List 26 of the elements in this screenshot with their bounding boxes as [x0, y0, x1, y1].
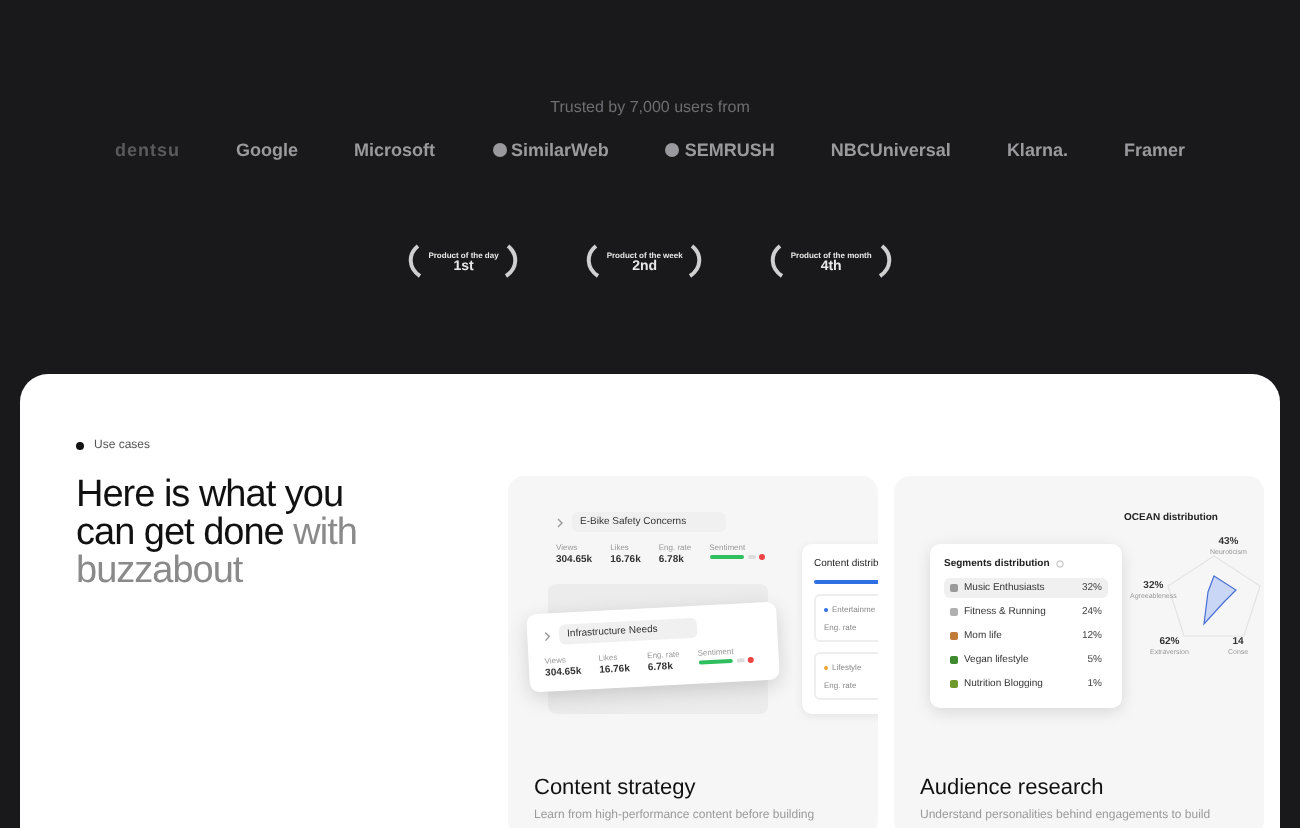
laurel-icon [584, 244, 601, 278]
chevron-icon [556, 517, 564, 527]
card-title: Content strategy [534, 776, 698, 800]
company-logo: SEMRUSH [664, 140, 775, 160]
company-logo: Klarna. [1006, 140, 1068, 160]
chevron-icon [543, 630, 552, 641]
info-icon [1055, 560, 1064, 568]
laurel-icon [504, 244, 521, 278]
trusted-caption: Trusted by 7,000 users from [550, 98, 750, 116]
company-logo: dentsu [115, 140, 181, 160]
logo-mark-icon [664, 142, 681, 158]
logo-mark-icon [491, 142, 508, 158]
laurel-icon [688, 244, 705, 278]
laurel-icon [406, 244, 423, 278]
company-logo: SimilarWeb [491, 140, 609, 160]
bullet-icon [76, 442, 84, 450]
company-logo: Microsoft [354, 140, 436, 160]
laurel-icon [768, 244, 785, 278]
section-heading: Here is what you can get done with buzzabout [76, 476, 359, 590]
sentiment-bar [709, 554, 766, 560]
company-logo: NBCUniversal [830, 140, 951, 160]
card-title: Audience research [920, 776, 1106, 800]
laurel-icon [877, 244, 894, 278]
company-logo: Google [236, 140, 299, 160]
sentiment-bar [697, 656, 755, 666]
company-logo: Framer [1123, 140, 1185, 160]
